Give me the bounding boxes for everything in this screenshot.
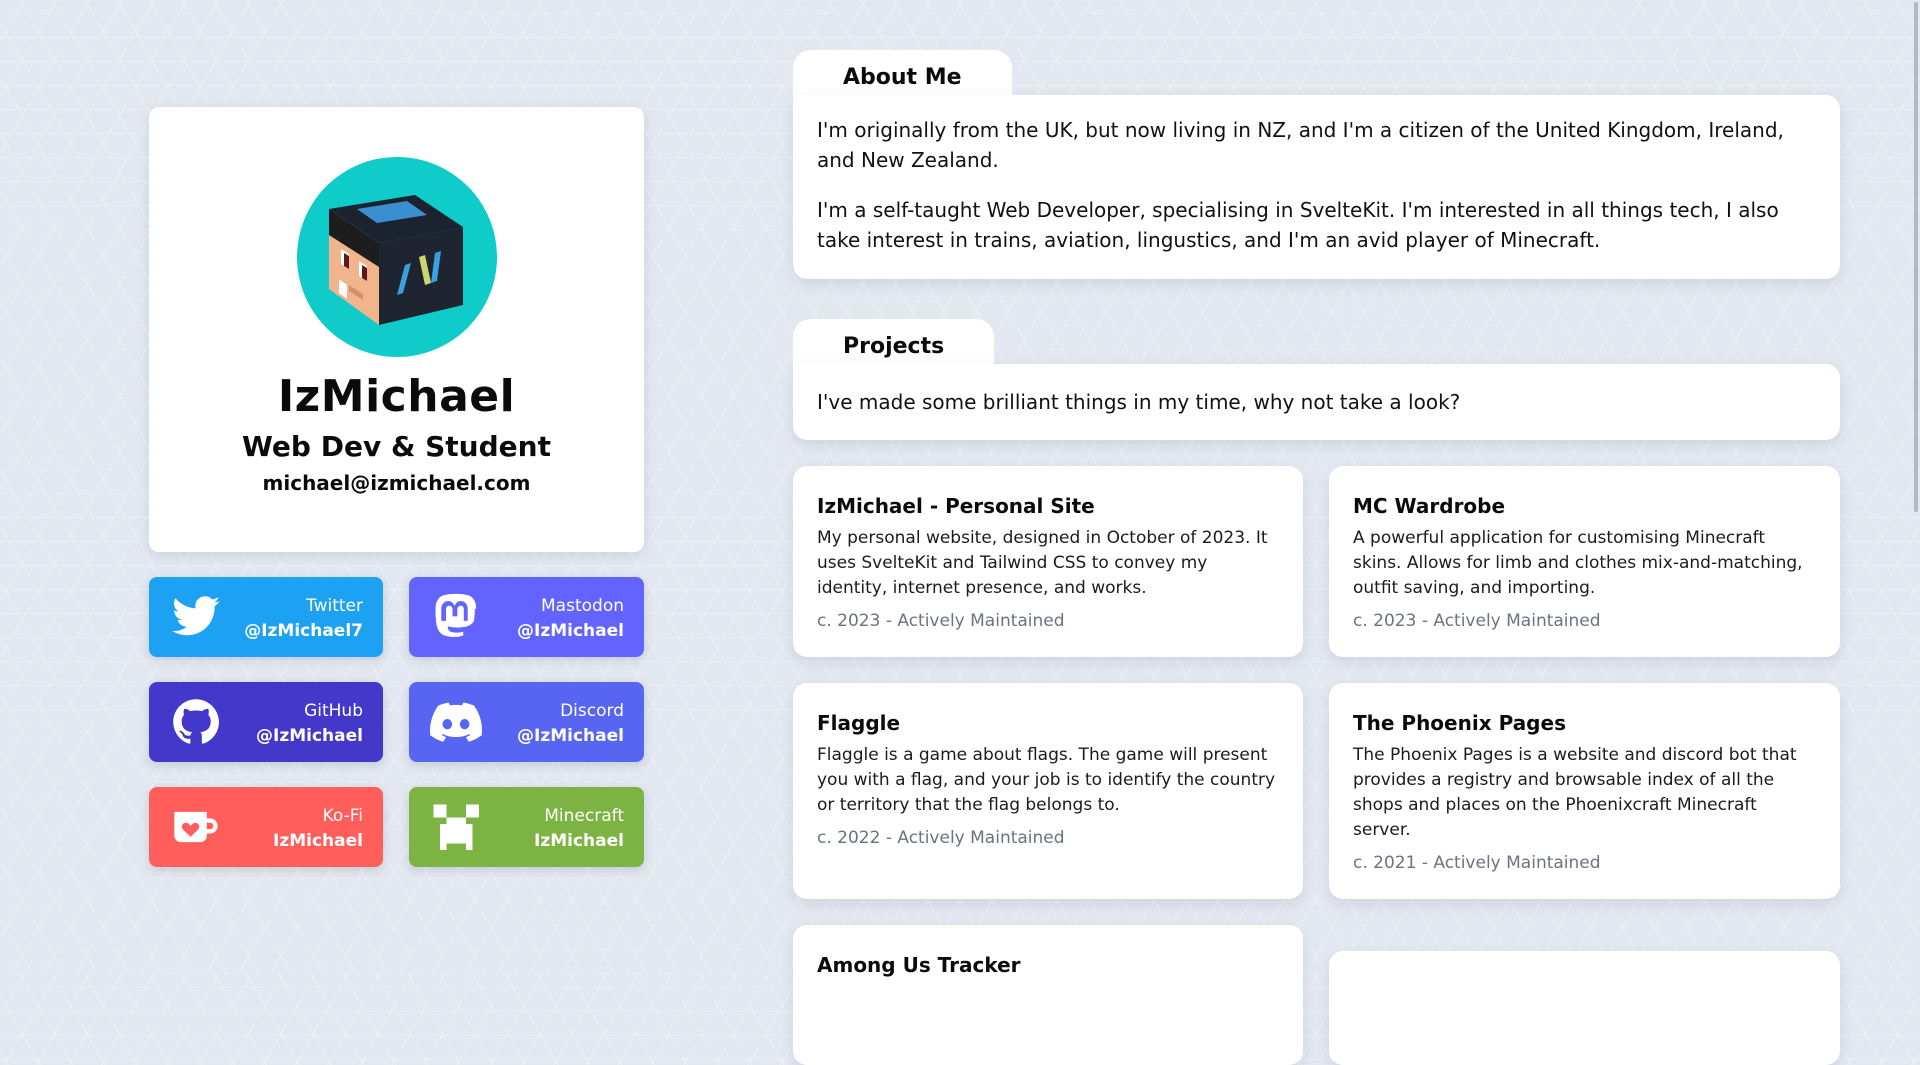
main-content: About Me I'm originally from the UK, but… [793, 50, 1840, 1065]
project-card[interactable] [1329, 951, 1840, 1065]
project-card[interactable]: Flaggle Flaggle is a game about flags. T… [793, 683, 1303, 899]
page-scrollbar[interactable] [1912, 0, 1920, 974]
social-handle: @IzMichael [517, 621, 624, 641]
projects-grid: IzMichael - Personal Site My personal we… [793, 466, 1840, 1065]
project-title: Flaggle [817, 711, 901, 735]
profile-card: IzMichael Web Dev & Student michael@izmi… [149, 107, 644, 552]
discord-icon [430, 702, 483, 742]
social-label: Discord [560, 701, 624, 721]
scrollbar-thumb[interactable] [1914, 2, 1918, 512]
about-panel: I'm originally from the UK, but now livi… [793, 95, 1840, 279]
social-label: Mastodon [541, 596, 624, 616]
social-label: Twitter [306, 596, 363, 616]
social-label: Minecraft [544, 806, 624, 826]
kofi-cup-icon [174, 811, 218, 843]
profile-email[interactable]: michael@izmichael.com [263, 471, 531, 495]
github-link[interactable]: GitHub @IzMichael [149, 682, 383, 762]
profile-name: IzMichael [277, 371, 516, 422]
profile-role: Web Dev & Student [242, 430, 551, 463]
social-handle: @IzMichael7 [244, 621, 363, 641]
kofi-link[interactable]: Ko-Fi IzMichael [149, 787, 383, 867]
twitter-bird-icon [172, 596, 220, 636]
project-description: A powerful application for customising M… [1353, 528, 1803, 598]
project-card[interactable]: MC Wardrobe A powerful application for c… [1329, 466, 1840, 657]
about-section: About Me I'm originally from the UK, but… [793, 50, 1840, 279]
social-handle: IzMichael [273, 831, 363, 851]
project-meta: c. 2023 - Actively Maintained [817, 611, 1065, 631]
about-paragraph: I'm originally from the UK, but now livi… [817, 118, 1784, 172]
project-description: The Phoenix Pages is a website and disco… [1353, 745, 1797, 840]
project-title: Among Us Tracker [817, 953, 1021, 977]
mastodon-link[interactable]: Mastodon @IzMichael [409, 577, 644, 657]
about-paragraph: I'm a self-taught Web Developer, special… [817, 198, 1779, 252]
project-title: The Phoenix Pages [1353, 711, 1566, 735]
project-meta: c. 2022 - Actively Maintained [817, 828, 1065, 848]
projects-intro-panel: I've made some brilliant things in my ti… [793, 364, 1840, 440]
social-handle: IzMichael [534, 831, 624, 851]
project-title: MC Wardrobe [1353, 494, 1506, 518]
mastodon-icon [435, 593, 477, 638]
project-description: Flaggle is a game about flags. The game … [817, 745, 1276, 815]
project-title: IzMichael - Personal Site [817, 494, 1095, 518]
social-label: GitHub [304, 701, 363, 721]
social-handle: @IzMichael [256, 726, 363, 746]
project-meta: c. 2023 - Actively Maintained [1353, 611, 1601, 631]
social-links: Twitter @IzMichael7 Mastodon @IzMichael … [149, 577, 644, 867]
creeper-icon [433, 804, 479, 850]
projects-intro: I've made some brilliant things in my ti… [817, 390, 1461, 414]
avatar[interactable] [296, 157, 497, 357]
project-description: My personal website, designed in October… [817, 528, 1268, 598]
twitter-link[interactable]: Twitter @IzMichael7 [149, 577, 383, 657]
github-octocat-icon [173, 699, 219, 744]
project-meta: c. 2021 - Actively Maintained [1353, 853, 1601, 873]
projects-section: Projects I've made some brilliant things… [793, 319, 1840, 1065]
minecraft-head-avatar-icon [328, 195, 463, 325]
minecraft-link[interactable]: Minecraft IzMichael [409, 787, 644, 867]
profile-sidebar: IzMichael Web Dev & Student michael@izmi… [149, 107, 644, 867]
social-label: Ko-Fi [322, 806, 363, 826]
social-handle: @IzMichael [517, 726, 624, 746]
discord-link[interactable]: Discord @IzMichael [409, 682, 644, 762]
project-card[interactable]: The Phoenix Pages The Phoenix Pages is a… [1329, 683, 1840, 899]
project-card[interactable]: IzMichael - Personal Site My personal we… [793, 466, 1303, 657]
project-card[interactable]: Among Us Tracker [793, 925, 1303, 1065]
